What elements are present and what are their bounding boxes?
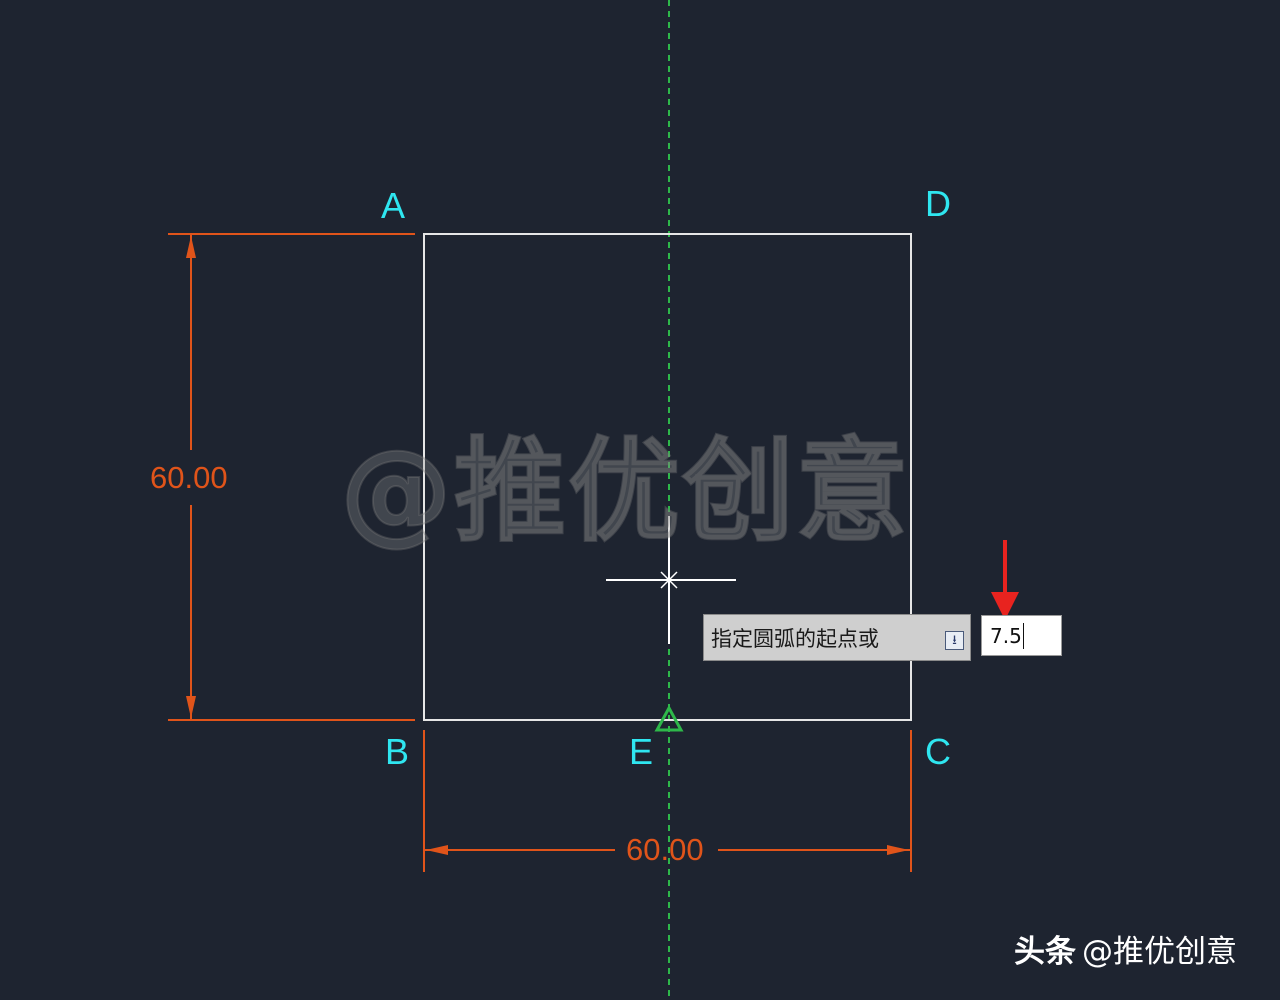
vertical-dimension-text: 60.00: [150, 460, 228, 495]
point-label-d: D: [925, 183, 951, 224]
point-label-a: A: [381, 185, 406, 226]
footer-account: @推优创意: [1082, 934, 1237, 970]
point-label-c: C: [925, 731, 951, 772]
text-caret: [1022, 622, 1024, 649]
dynamic-input-field[interactable]: 7.5: [981, 615, 1062, 656]
command-prompt-text: 指定圆弧的起点或: [711, 626, 879, 651]
horizontal-dimension-text: 60.00: [626, 832, 704, 867]
command-prompt-tooltip: 指定圆弧的起点或 ⭳: [703, 614, 971, 661]
point-label-b: B: [385, 731, 410, 772]
footer-watermark: 头条 @推优创意: [1014, 932, 1237, 972]
down-arrow-options-icon[interactable]: ⭳: [945, 631, 964, 650]
point-label-e: E: [629, 731, 654, 772]
input-pointer-arrow: [991, 540, 1019, 620]
footer-brand: 头条: [1014, 934, 1076, 970]
dynamic-input-value: 7.5: [990, 623, 1022, 648]
